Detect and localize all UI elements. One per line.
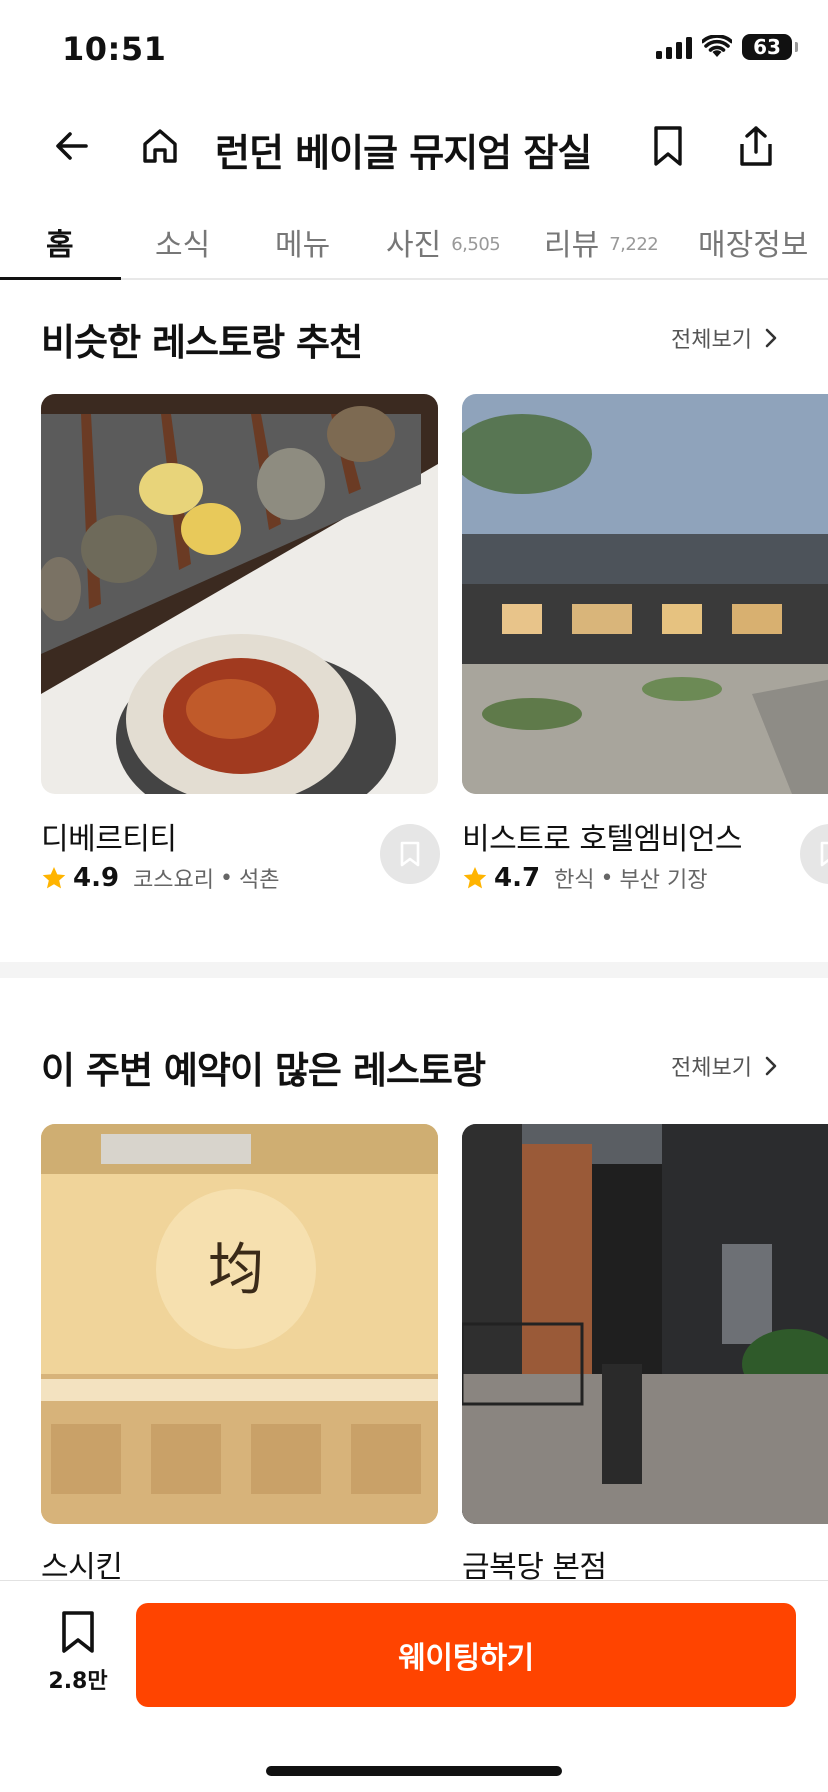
star-icon xyxy=(463,866,487,889)
active-tab-indicator xyxy=(0,277,121,280)
save-count: 2.8만 xyxy=(48,1669,108,1694)
star-icon xyxy=(42,866,66,889)
signal-icon xyxy=(656,35,692,59)
restaurant-photo[interactable] xyxy=(41,394,438,794)
see-all-label: 전체보기 xyxy=(671,328,752,353)
tab-label: 리뷰 xyxy=(544,228,600,263)
tab-photos[interactable]: 사진 6,505 xyxy=(386,208,501,280)
waiting-button[interactable]: 웨이팅하기 xyxy=(136,1603,796,1707)
status-time: 10:51 xyxy=(62,30,167,68)
share-button[interactable] xyxy=(728,118,784,174)
bookmark-icon xyxy=(62,1611,94,1653)
restaurant-name: 비스트로 호텔엠비언스 xyxy=(462,822,743,857)
svg-text:均: 均 xyxy=(208,1238,264,1303)
home-button[interactable] xyxy=(132,118,188,174)
restaurant-photo[interactable]: 均 xyxy=(41,1124,438,1524)
separator-dot: • xyxy=(220,865,234,891)
section-title: 이 주변 예약이 많은 레스토랑 xyxy=(41,1049,486,1092)
section-divider xyxy=(0,962,828,978)
app-header: 런던 베이글 뮤지엄 잠실 xyxy=(0,96,828,196)
tab-news[interactable]: 소식 xyxy=(155,208,210,280)
popular-nearby-section: 이 주변 예약이 많은 레스토랑 전체보기 均 스시킨 금복당 본점 xyxy=(0,1028,828,1588)
back-button[interactable] xyxy=(44,118,100,174)
tab-label: 홈 xyxy=(46,228,74,263)
card-bookmark-button[interactable] xyxy=(800,824,828,884)
chevron-right-icon xyxy=(765,1056,777,1076)
save-button[interactable]: 2.8만 xyxy=(38,1609,118,1709)
separator-dot: • xyxy=(600,865,614,891)
status-bar: 10:51 63 xyxy=(0,0,828,96)
tab-label: 소식 xyxy=(155,228,211,263)
bookmark-button[interactable] xyxy=(640,118,696,174)
see-all-link[interactable]: 전체보기 xyxy=(671,322,778,354)
restaurant-category: 코스요리 xyxy=(133,868,215,893)
restaurant-rating: 4.7 한식 • 부산 기장 xyxy=(462,862,708,894)
tab-store-info[interactable]: 매장정보 xyxy=(698,208,808,280)
card-bookmark-button[interactable] xyxy=(380,824,440,884)
home-indicator xyxy=(266,1766,562,1776)
tab-menu[interactable]: 메뉴 xyxy=(275,208,330,280)
wifi-icon xyxy=(702,35,732,57)
restaurant-name: 디베르티티 xyxy=(41,822,177,857)
tab-label: 매장정보 xyxy=(698,228,809,263)
bookmark-icon xyxy=(400,841,420,867)
bookmark-icon xyxy=(654,126,682,166)
tab-label: 메뉴 xyxy=(275,228,331,263)
back-arrow-icon xyxy=(56,132,88,160)
status-icons: 63 xyxy=(656,34,798,60)
home-icon xyxy=(143,129,177,163)
rating-score: 4.7 xyxy=(494,863,541,893)
restaurant-rating: 4.9 코스요리 • 석촌 xyxy=(41,862,280,894)
restaurant-category: 한식 xyxy=(554,868,595,893)
bottom-action-bar: 2.8만 웨이팅하기 xyxy=(0,1580,828,1792)
restaurant-location: 부산 기장 xyxy=(619,868,708,893)
section-title: 비슷한 레스토랑 추천 xyxy=(41,321,363,364)
tab-count: 6,505 xyxy=(451,234,501,255)
restaurant-photo[interactable] xyxy=(462,1124,828,1524)
chevron-right-icon xyxy=(765,328,777,348)
page-title: 런던 베이글 뮤지엄 잠실 xyxy=(215,131,592,175)
battery-indicator: 63 xyxy=(742,34,798,60)
restaurant-photo[interactable] xyxy=(462,394,828,794)
tab-bar: 홈 소식 메뉴 사진 6,505 리뷰 7,222 매장정보 xyxy=(0,208,828,280)
tab-count: 7,222 xyxy=(609,234,659,255)
see-all-link[interactable]: 전체보기 xyxy=(671,1050,778,1082)
bookmark-icon xyxy=(820,841,828,867)
tab-home[interactable]: 홈 xyxy=(46,208,74,280)
tab-reviews[interactable]: 리뷰 7,222 xyxy=(544,208,659,280)
similar-restaurants-section: 비슷한 레스토랑 추천 전체보기 디베르티티 4.9 코스요리 • 석촌 비스트… xyxy=(0,300,828,960)
see-all-label: 전체보기 xyxy=(671,1056,752,1081)
rating-score: 4.9 xyxy=(73,863,120,893)
restaurant-location: 석촌 xyxy=(239,868,280,893)
share-icon xyxy=(740,126,772,166)
tab-label: 사진 xyxy=(386,228,442,263)
